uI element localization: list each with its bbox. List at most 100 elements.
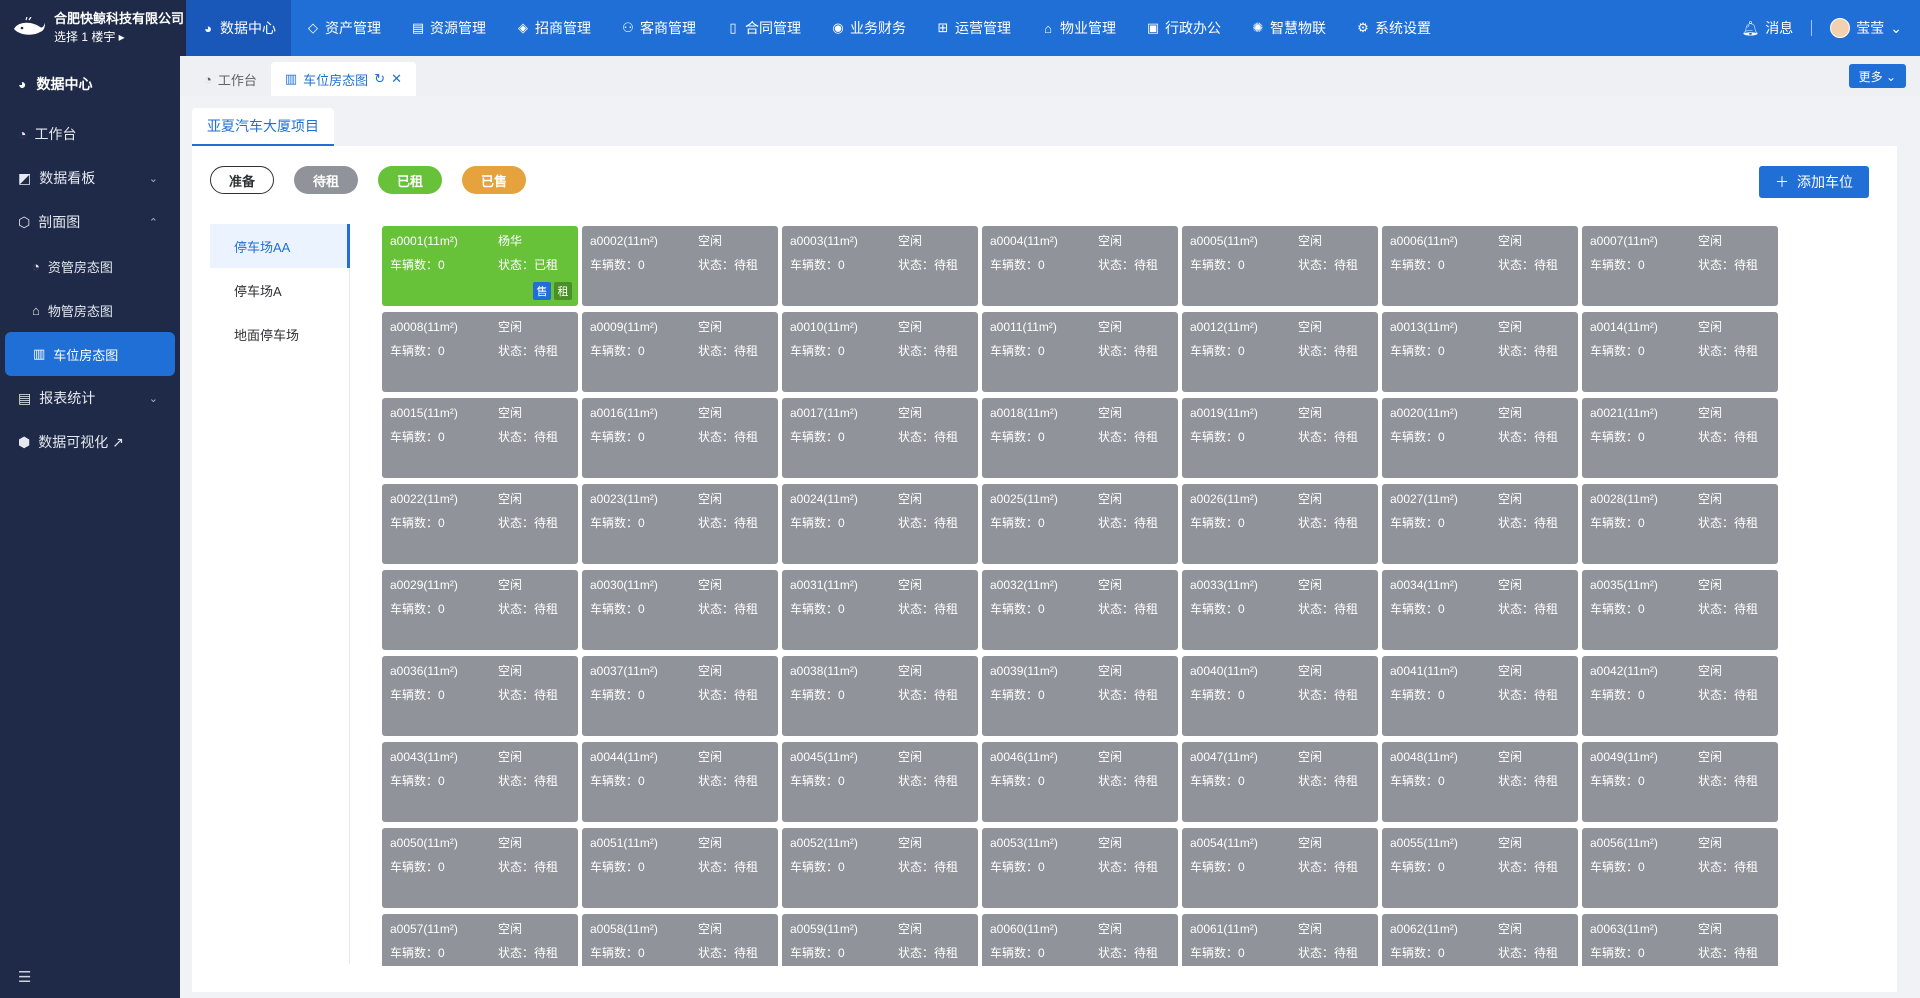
tab-workbench[interactable]: ◔ 工作台	[190, 62, 271, 96]
sidebar-item-reports[interactable]: ▤ 报表统计 ⌄	[0, 376, 180, 420]
lot-item[interactable]: 停车场A	[210, 268, 349, 312]
parking-space-cell[interactable]: a0039(11m²) 空闲 车辆数：0 状态：待租	[982, 656, 1178, 736]
topnav-item-property[interactable]: ⌂ 物业管理	[1026, 0, 1131, 56]
parking-space-cell[interactable]: a0054(11m²) 空闲 车辆数：0 状态：待租	[1182, 828, 1378, 908]
parking-space-cell[interactable]: a0053(11m²) 空闲 车辆数：0 状态：待租	[982, 828, 1178, 908]
building-selector[interactable]: 选择 1 楼宇 ▸	[54, 28, 184, 46]
parking-space-cell[interactable]: a0038(11m²) 空闲 车辆数：0 状态：待租	[782, 656, 978, 736]
parking-space-cell[interactable]: a0009(11m²) 空闲 车辆数：0 状态：待租	[582, 312, 778, 392]
topnav-item-contracts[interactable]: ▯ 合同管理	[711, 0, 816, 56]
parking-space-cell[interactable]: a0032(11m²) 空闲 车辆数：0 状态：待租	[982, 570, 1178, 650]
parking-space-cell[interactable]: a0060(11m²) 空闲 车辆数：0 状态：待租	[982, 914, 1178, 966]
parking-space-cell[interactable]: a0012(11m²) 空闲 车辆数：0 状态：待租	[1182, 312, 1378, 392]
parking-space-cell[interactable]: a0029(11m²) 空闲 车辆数：0 状态：待租	[382, 570, 578, 650]
parking-space-cell[interactable]: a0022(11m²) 空闲 车辆数：0 状态：待租	[382, 484, 578, 564]
parking-space-cell[interactable]: a0035(11m²) 空闲 车辆数：0 状态：待租	[1582, 570, 1778, 650]
parking-space-cell[interactable]: a0015(11m²) 空闲 车辆数：0 状态：待租	[382, 398, 578, 478]
parking-space-cell[interactable]: a0036(11m²) 空闲 车辆数：0 状态：待租	[382, 656, 578, 736]
parking-space-cell[interactable]: a0024(11m²) 空闲 车辆数：0 状态：待租	[782, 484, 978, 564]
parking-space-cell[interactable]: a0040(11m²) 空闲 车辆数：0 状态：待租	[1182, 656, 1378, 736]
parking-space-cell[interactable]: a0033(11m²) 空闲 车辆数：0 状态：待租	[1182, 570, 1378, 650]
sidebar-item-asset-room-map[interactable]: ◔ 资管房态图	[0, 244, 180, 288]
parking-space-cell[interactable]: a0007(11m²) 空闲 车辆数：0 状态：待租	[1582, 226, 1778, 306]
sidebar-item-property-room-map[interactable]: ⌂ 物管房态图	[0, 288, 180, 332]
collapse-menu-icon[interactable]: ☰	[18, 968, 31, 986]
messages-button[interactable]: 🔔︎ 消息	[1741, 18, 1793, 38]
sidebar-item-section-view[interactable]: ⬡ 剖面图 ⌃	[0, 200, 180, 244]
parking-space-cell[interactable]: a0056(11m²) 空闲 车辆数：0 状态：待租	[1582, 828, 1778, 908]
parking-space-cell[interactable]: a0017(11m²) 空闲 车辆数：0 状态：待租	[782, 398, 978, 478]
topnav-item-assets[interactable]: ◇ 资产管理	[291, 0, 396, 56]
parking-space-cell[interactable]: a0043(11m²) 空闲 车辆数：0 状态：待租	[382, 742, 578, 822]
parking-space-cell[interactable]: a0051(11m²) 空闲 车辆数：0 状态：待租	[582, 828, 778, 908]
parking-space-cell[interactable]: a0019(11m²) 空闲 车辆数：0 状态：待租	[1182, 398, 1378, 478]
parking-space-cell[interactable]: a0034(11m²) 空闲 车辆数：0 状态：待租	[1382, 570, 1578, 650]
parking-space-cell[interactable]: a0005(11m²) 空闲 车辆数：0 状态：待租	[1182, 226, 1378, 306]
parking-space-cell[interactable]: a0047(11m²) 空闲 车辆数：0 状态：待租	[1182, 742, 1378, 822]
sidebar-item-visualization[interactable]: ⬢ 数据可视化 ↗	[0, 420, 180, 464]
legend-rented[interactable]: 已租	[378, 166, 442, 194]
brand[interactable]: 合肥快鲸科技有限公司 选择 1 楼宇 ▸	[0, 0, 186, 56]
parking-space-cell[interactable]: a0030(11m²) 空闲 车辆数：0 状态：待租	[582, 570, 778, 650]
parking-space-cell[interactable]: a0044(11m²) 空闲 车辆数：0 状态：待租	[582, 742, 778, 822]
parking-space-cell[interactable]: a0021(11m²) 空闲 车辆数：0 状态：待租	[1582, 398, 1778, 478]
parking-space-cell[interactable]: a0018(11m²) 空闲 车辆数：0 状态：待租	[982, 398, 1178, 478]
rent-badge[interactable]: 租	[554, 282, 572, 300]
parking-space-cell[interactable]: a0025(11m²) 空闲 车辆数：0 状态：待租	[982, 484, 1178, 564]
topnav-item-data-center[interactable]: ◕ 数据中心	[186, 0, 291, 56]
parking-space-cell[interactable]: a0031(11m²) 空闲 车辆数：0 状态：待租	[782, 570, 978, 650]
parking-space-cell[interactable]: a0011(11m²) 空闲 车辆数：0 状态：待租	[982, 312, 1178, 392]
parking-space-cell[interactable]: a0023(11m²) 空闲 车辆数：0 状态：待租	[582, 484, 778, 564]
parking-space-cell[interactable]: a0049(11m²) 空闲 车辆数：0 状态：待租	[1582, 742, 1778, 822]
topnav-item-iot[interactable]: ✺ 智慧物联	[1236, 0, 1341, 56]
tab-parking-room-map[interactable]: ▥ 车位房态图 ↻ ✕	[270, 62, 416, 96]
lot-item[interactable]: 地面停车场	[210, 312, 349, 356]
parking-space-cell[interactable]: a0059(11m²) 空闲 车辆数：0 状态：待租	[782, 914, 978, 966]
parking-space-cell[interactable]: a0014(11m²) 空闲 车辆数：0 状态：待租	[1582, 312, 1778, 392]
legend-sold[interactable]: 已售	[462, 166, 526, 194]
legend-prep[interactable]: 准备	[210, 166, 274, 194]
parking-space-cell[interactable]: a0042(11m²) 空闲 车辆数：0 状态：待租	[1582, 656, 1778, 736]
parking-space-cell[interactable]: a0006(11m²) 空闲 车辆数：0 状态：待租	[1382, 226, 1578, 306]
parking-space-cell[interactable]: a0010(11m²) 空闲 车辆数：0 状态：待租	[782, 312, 978, 392]
parking-space-cell[interactable]: a0027(11m²) 空闲 车辆数：0 状态：待租	[1382, 484, 1578, 564]
parking-space-cell[interactable]: a0020(11m²) 空闲 车辆数：0 状态：待租	[1382, 398, 1578, 478]
user-menu[interactable]: 莹莹 ⌄	[1830, 18, 1902, 38]
more-button[interactable]: 更多 ⌄	[1848, 64, 1906, 88]
topnav-item-operations[interactable]: ⊞ 运营管理	[921, 0, 1026, 56]
topnav-item-office[interactable]: ▣ 行政办公	[1131, 0, 1236, 56]
parking-space-cell[interactable]: a0058(11m²) 空闲 车辆数：0 状态：待租	[582, 914, 778, 966]
parking-space-cell[interactable]: a0045(11m²) 空闲 车辆数：0 状态：待租	[782, 742, 978, 822]
parking-space-cell[interactable]: a0057(11m²) 空闲 车辆数：0 状态：待租	[382, 914, 578, 966]
parking-space-cell[interactable]: a0037(11m²) 空闲 车辆数：0 状态：待租	[582, 656, 778, 736]
parking-space-cell[interactable]: a0062(11m²) 空闲 车辆数：0 状态：待租	[1382, 914, 1578, 966]
parking-space-cell[interactable]: a0026(11m²) 空闲 车辆数：0 状态：待租	[1182, 484, 1378, 564]
parking-space-cell[interactable]: a0013(11m²) 空闲 车辆数：0 状态：待租	[1382, 312, 1578, 392]
parking-space-cell[interactable]: a0050(11m²) 空闲 车辆数：0 状态：待租	[382, 828, 578, 908]
sidebar-item-workbench[interactable]: ◔ 工作台	[0, 112, 180, 156]
parking-space-cell[interactable]: a0052(11m²) 空闲 车辆数：0 状态：待租	[782, 828, 978, 908]
sell-badge[interactable]: 售	[533, 282, 551, 300]
parking-space-cell[interactable]: a0008(11m²) 空闲 车辆数：0 状态：待租	[382, 312, 578, 392]
legend-to-rent[interactable]: 待租	[294, 166, 358, 194]
topnav-item-finance[interactable]: ◉ 业务财务	[816, 0, 921, 56]
sidebar-item-data-board[interactable]: ◩ 数据看板 ⌄	[0, 156, 180, 200]
parking-space-cell[interactable]: a0048(11m²) 空闲 车辆数：0 状态：待租	[1382, 742, 1578, 822]
parking-space-cell[interactable]: a0004(11m²) 空闲 车辆数：0 状态：待租	[982, 226, 1178, 306]
sidebar-item-parking-room-map[interactable]: ▥ 车位房态图	[5, 332, 175, 376]
project-tab[interactable]: 亚夏汽车大厦项目	[192, 108, 334, 146]
parking-space-cell[interactable]: a0002(11m²) 空闲 车辆数：0 状态：待租	[582, 226, 778, 306]
add-parking-button[interactable]: ＋ 添加车位	[1759, 166, 1869, 198]
parking-space-cell[interactable]: a0001(11m²) 杨华 车辆数：0 状态：已租售租	[382, 226, 578, 306]
topnav-item-resources[interactable]: ▤ 资源管理	[396, 0, 501, 56]
parking-space-cell[interactable]: a0063(11m²) 空闲 车辆数：0 状态：待租	[1582, 914, 1778, 966]
parking-space-cell[interactable]: a0055(11m²) 空闲 车辆数：0 状态：待租	[1382, 828, 1578, 908]
lot-item[interactable]: 停车场AA	[210, 224, 350, 268]
topnav-item-clients[interactable]: ⚇ 客商管理	[606, 0, 711, 56]
parking-space-cell[interactable]: a0016(11m²) 空闲 车辆数：0 状态：待租	[582, 398, 778, 478]
topnav-item-settings[interactable]: ⚙ 系统设置	[1341, 0, 1446, 56]
parking-space-cell[interactable]: a0003(11m²) 空闲 车辆数：0 状态：待租	[782, 226, 978, 306]
parking-space-cell[interactable]: a0028(11m²) 空闲 车辆数：0 状态：待租	[1582, 484, 1778, 564]
parking-space-cell[interactable]: a0046(11m²) 空闲 车辆数：0 状态：待租	[982, 742, 1178, 822]
close-icon[interactable]: ✕	[391, 71, 402, 87]
